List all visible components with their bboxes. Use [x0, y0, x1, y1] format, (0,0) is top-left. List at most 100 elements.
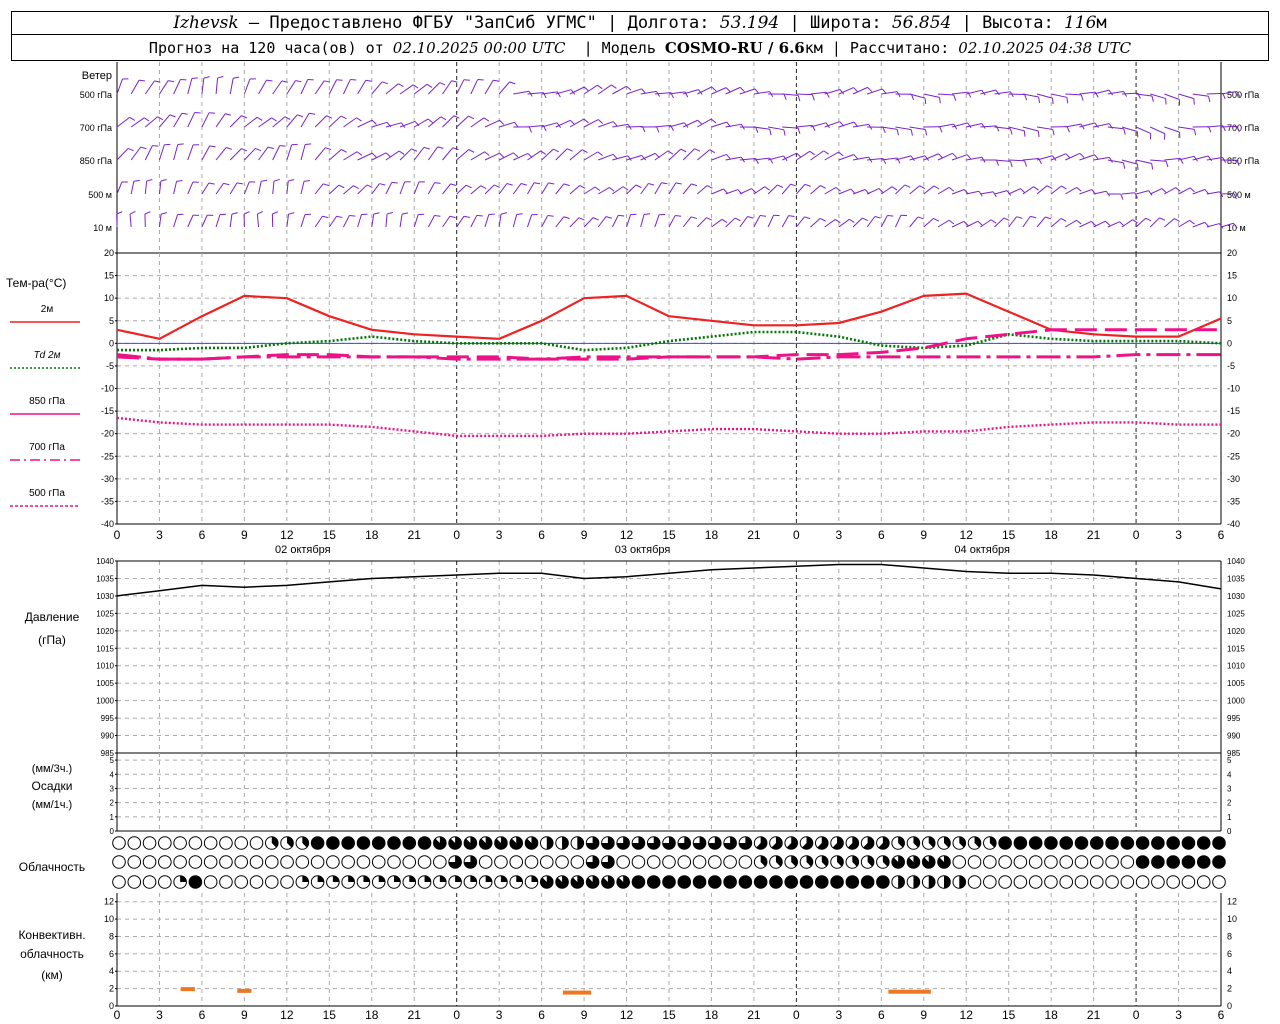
wind-barb-feather: [850, 188, 856, 194]
wind-barb-feather: [1003, 217, 1010, 221]
wind-barb: [725, 156, 742, 161]
wind-barb: [696, 217, 707, 228]
precip-tick-right: 3: [1227, 784, 1232, 793]
wind-barb-feather: [896, 129, 899, 136]
date-label: 02 октября: [275, 544, 331, 556]
wind-barb: [711, 121, 727, 128]
wind-barb-feather: [146, 178, 153, 182]
wind-barb-feather: [547, 215, 554, 217]
conv-title: Конвективн.: [18, 928, 85, 942]
cloud-circle: [1212, 875, 1226, 889]
cloud-circle: [1013, 875, 1028, 889]
wind-barb-feather: [138, 79, 146, 82]
wind-barb: [626, 88, 642, 95]
wind-barb: [683, 89, 699, 95]
wind-barb: [527, 182, 535, 195]
cloud-circle: [646, 855, 661, 869]
cloud-circle: [1089, 855, 1104, 869]
wind-barb-feather: [231, 212, 238, 215]
wind-barb-feather: [583, 86, 590, 92]
wind-barb-feather: [255, 147, 262, 152]
wind-barb-feather: [371, 152, 377, 158]
wind-barb-feather: [809, 150, 815, 156]
wind-barb: [243, 78, 251, 95]
wind-barb: [1093, 190, 1107, 195]
wind-barb: [187, 78, 193, 95]
wind-barb: [343, 79, 351, 95]
cloud-circle: [158, 836, 172, 850]
wind-barb: [810, 185, 821, 195]
wind-level-label-left: 700 гПа: [80, 123, 112, 133]
wind-barb-feather: [152, 145, 159, 147]
cloud-circle: [188, 836, 203, 850]
wind-barb: [413, 146, 425, 161]
temp-x-tick: 3: [156, 528, 163, 542]
wind-barb: [1065, 219, 1077, 228]
wind-barb: [470, 185, 482, 195]
conv-tick-right: 4: [1227, 966, 1232, 976]
wind-barb: [512, 214, 518, 228]
cloud-circle: [494, 855, 508, 869]
wind-barb-feather: [191, 77, 198, 80]
temp-tick-left: -35: [101, 496, 114, 506]
wind-barb-feather: [1060, 218, 1067, 222]
wind-barb: [399, 181, 406, 195]
wind-barb: [1036, 216, 1046, 228]
wind-barb: [1107, 159, 1124, 164]
conv-x-tick: 15: [323, 1008, 337, 1022]
wind-barb-feather: [569, 119, 575, 125]
pres-tick-right: 1020: [1227, 627, 1245, 636]
cloud-symbols: [112, 836, 1226, 889]
cloud-circle: [677, 855, 692, 869]
wind-barb: [852, 86, 868, 95]
cloud-circle: [983, 855, 997, 869]
wind-barb-feather: [1065, 153, 1071, 159]
wind-barb: [499, 121, 515, 128]
wind-barb: [569, 217, 580, 228]
cloud-circle: [295, 855, 310, 869]
cloud-circle: [998, 875, 1012, 889]
wind-barb: [1022, 186, 1034, 195]
wind-barb-feather: [995, 125, 1000, 132]
wind-barb-feather: [849, 218, 855, 223]
wind-barb: [654, 182, 662, 195]
wind-barb: [343, 215, 350, 228]
wind-barb: [583, 217, 594, 228]
conv-x-tick: 9: [920, 1008, 927, 1022]
wind-barb: [258, 181, 262, 195]
wind-barb: [838, 188, 852, 195]
cloud-circle: [1135, 875, 1150, 889]
wind-barb: [314, 183, 324, 195]
conv-x-tick: 18: [365, 1008, 379, 1022]
wind-barb-feather: [917, 216, 924, 220]
wind-barb-feather: [223, 182, 230, 186]
wind-barb-feather: [176, 179, 183, 182]
wind-barb: [187, 181, 194, 195]
wind-barb-feather: [1151, 95, 1154, 102]
wind-barb: [286, 80, 296, 95]
conv-x-tick: 6: [878, 1008, 885, 1022]
wind-barb-feather: [233, 76, 240, 79]
cloud-fill: [455, 875, 462, 882]
wind-barb: [201, 182, 210, 195]
temp-tick-right: 10: [1227, 293, 1237, 303]
wind-barb-feather: [1120, 193, 1124, 200]
cloud-circle: [371, 855, 386, 869]
wind-barb-feather: [449, 215, 456, 219]
wind-barb-feather: [168, 80, 175, 83]
wind-barb: [1178, 126, 1195, 130]
wind-barb: [1008, 188, 1021, 195]
wind-barb-feather: [691, 216, 698, 220]
cloud-circle: [1013, 855, 1028, 869]
wind-barb-feather: [581, 149, 588, 154]
conv-tick-left: 2: [109, 984, 114, 994]
wind-barb: [654, 124, 671, 128]
wind-barb: [597, 216, 607, 228]
cloud-fill: [562, 836, 569, 850]
wind-barb-feather: [181, 112, 188, 115]
wind-barb: [838, 218, 850, 228]
wind-barb-feather: [1208, 96, 1211, 103]
wind-barb-feather: [116, 211, 123, 215]
wind-barb-feather: [349, 214, 356, 217]
wind-barb-feather: [323, 183, 330, 187]
